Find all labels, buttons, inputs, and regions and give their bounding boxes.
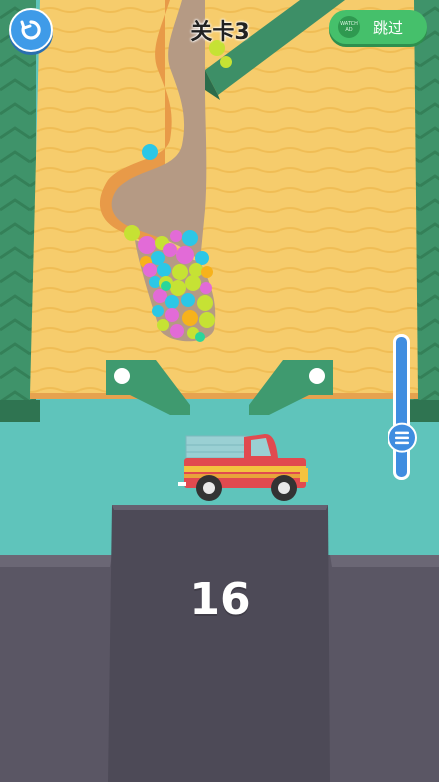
video-ad-icon: WATCH AD	[338, 16, 360, 38]
truck	[178, 434, 308, 501]
ball-count: 16	[189, 574, 251, 625]
flow-slider-graphic	[388, 334, 417, 480]
level-title: 关卡3	[190, 20, 250, 45]
pedestal-top	[112, 505, 328, 510]
ground-top-right	[330, 555, 439, 567]
slider-knob[interactable]	[388, 422, 417, 453]
top-bar: 关卡3 WATCH AD 跳过	[0, 0, 439, 60]
restart-button[interactable]	[9, 8, 53, 52]
pedestal	[108, 505, 330, 782]
left-wall-base	[0, 400, 40, 422]
flow-slider[interactable]	[388, 334, 417, 480]
sand-block-edge	[30, 393, 418, 399]
skip-label: 跳过	[373, 18, 404, 37]
game-scene	[0, 0, 439, 782]
game-stage[interactable]: 关卡3 WATCH AD 跳过 16	[0, 0, 439, 782]
restart-icon	[20, 20, 41, 40]
left-wall	[0, 0, 36, 420]
skip-button[interactable]: WATCH AD 跳过	[329, 10, 427, 44]
ground-top-left	[0, 555, 112, 567]
